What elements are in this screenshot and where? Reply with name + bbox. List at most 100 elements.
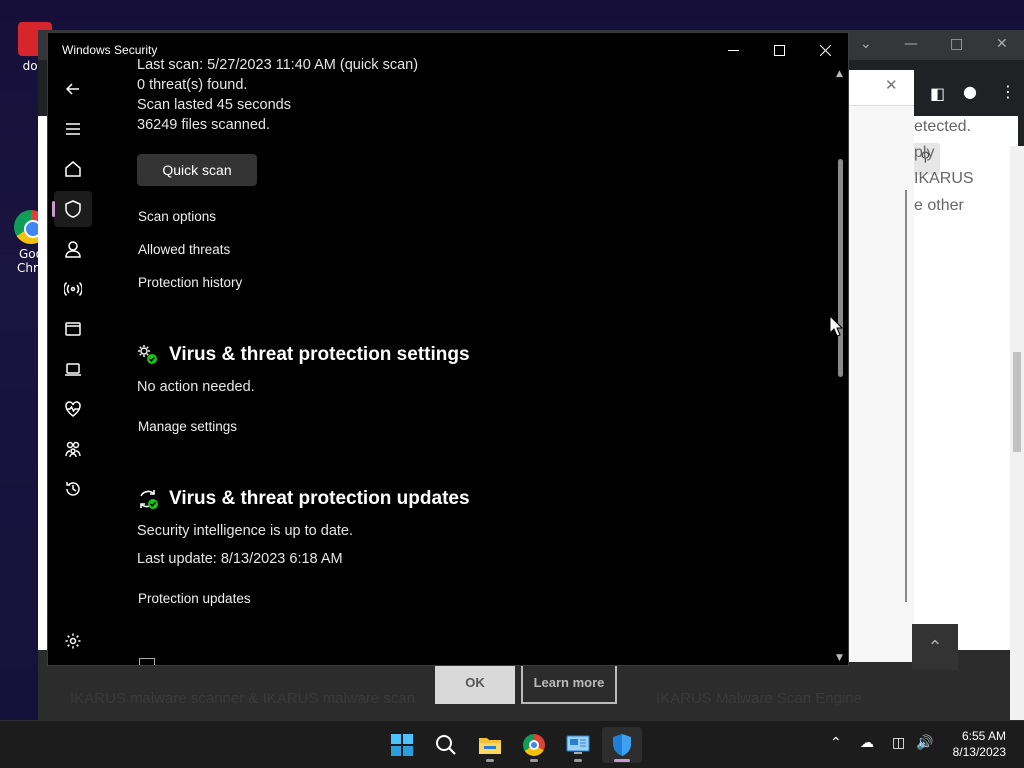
nav-home[interactable] <box>54 151 92 187</box>
allowed-threats-link[interactable]: Allowed threats <box>138 242 230 257</box>
footer-link[interactable]: IKARUS Malware Scan Engine <box>656 690 862 707</box>
maximize-icon <box>773 44 785 56</box>
tab-dropdown-icon[interactable]: ⌄ <box>860 36 872 52</box>
maximize-button[interactable]: □ <box>950 36 963 52</box>
browser-scrollbar[interactable] <box>1010 146 1024 750</box>
show-hidden-icons-chevron-icon[interactable]: ⌃ <box>830 735 842 751</box>
windows-security-window: Windows Security Last scan: 5/27/2023 11… <box>47 32 849 666</box>
app-window-icon <box>65 322 81 336</box>
update-refresh-icon <box>140 490 158 509</box>
heartbeat-icon <box>65 401 81 417</box>
nav-account-protection[interactable] <box>54 231 92 267</box>
close-icon[interactable]: ✕ <box>885 76 898 94</box>
settings-section-title: Virus & threat protection settings <box>169 344 470 365</box>
settings-gears-icon <box>138 345 157 364</box>
window-scrollbar[interactable]: ▲ ▼ <box>835 69 847 665</box>
time-text: 6:55 AM <box>961 729 1006 743</box>
control-panel-button[interactable] <box>558 727 598 763</box>
next-section-icon-partial <box>139 658 155 665</box>
menu-icon[interactable]: ⋮ <box>1000 82 1016 101</box>
updates-section-title: Virus & threat protection updates <box>169 488 470 509</box>
scrollbar-thumb[interactable] <box>1013 352 1021 452</box>
mouse-cursor <box>829 315 843 337</box>
family-icon <box>65 441 81 458</box>
scrollbar-thumb[interactable] <box>838 159 843 377</box>
file-explorer-button[interactable] <box>470 727 510 763</box>
nav-device-security[interactable] <box>54 351 92 387</box>
learn-more-button[interactable]: Learn more <box>521 660 617 704</box>
search-icon <box>436 735 456 755</box>
protection-updates-link[interactable]: Protection updates <box>138 591 251 606</box>
settings-status-text: No action needed. <box>137 379 255 395</box>
windows-security-button[interactable] <box>602 727 642 763</box>
network-icon <box>64 281 82 297</box>
clock[interactable]: 6:55 AM 8/13/2023 <box>953 728 1006 760</box>
scroll-to-top-button[interactable]: ⌃ <box>912 624 958 670</box>
search-button[interactable] <box>426 727 466 763</box>
gear-icon <box>65 633 81 649</box>
hamburger-icon <box>66 123 80 135</box>
last-update-text: Last update: 8/13/2023 6:18 AM <box>137 551 343 567</box>
network-icon[interactable]: ◫ <box>892 735 905 751</box>
footer-link[interactable]: IKARUS malware scanner & IKARUS malware … <box>70 690 415 707</box>
nav-device-performance[interactable] <box>54 391 92 427</box>
scroll-down-arrow[interactable]: ▼ <box>836 653 843 663</box>
window-title: Windows Security <box>62 43 158 57</box>
side-panel-icon[interactable]: ◧ <box>930 84 945 103</box>
history-icon <box>66 482 80 496</box>
minimize-button[interactable]: — <box>904 36 918 52</box>
laptop-icon <box>65 363 81 376</box>
ok-button[interactable]: OK <box>435 660 515 704</box>
manage-settings-link[interactable]: Manage settings <box>138 419 237 434</box>
quick-scan-button[interactable]: Quick scan <box>137 154 257 186</box>
threats-found-text: 0 threat(s) found. <box>137 77 248 93</box>
home-icon <box>65 161 81 177</box>
shield-icon <box>613 734 631 756</box>
active-indicator <box>614 759 630 762</box>
nav-settings[interactable] <box>54 623 92 659</box>
page-text: e other <box>914 197 964 214</box>
page-text: IKARUS <box>914 170 974 187</box>
last-scan-text: Last scan: 5/27/2023 11:40 AM (quick sca… <box>137 57 419 73</box>
running-indicator <box>486 759 494 762</box>
close-button[interactable]: ✕ <box>996 36 1008 52</box>
protection-history-link[interactable]: Protection history <box>138 275 242 290</box>
person-icon <box>65 241 81 258</box>
nav-family-options[interactable] <box>54 431 92 467</box>
folder-icon <box>479 738 501 754</box>
scroll-up-arrow[interactable]: ▲ <box>836 69 843 79</box>
volume-icon[interactable]: 🔊 <box>916 735 933 751</box>
nav-protection-history[interactable] <box>54 471 92 507</box>
nav-rail <box>48 69 100 665</box>
nav-firewall[interactable] <box>54 271 92 307</box>
scan-options-link[interactable]: Scan options <box>138 209 216 224</box>
page-text: ply <box>914 144 935 161</box>
close-icon <box>819 44 831 56</box>
files-scanned-text: 36249 files scanned. <box>137 117 271 133</box>
minimize-icon <box>727 49 739 51</box>
profile-icon[interactable]: ● <box>963 82 977 101</box>
running-indicator <box>530 759 538 762</box>
nav-app-browser-control[interactable] <box>54 311 92 347</box>
chrome-button[interactable] <box>514 727 554 763</box>
start-button[interactable] <box>382 727 422 763</box>
main-content: Last scan: 5/27/2023 11:40 AM (quick sca… <box>137 57 827 665</box>
back-button[interactable] <box>54 71 92 107</box>
page-text: etected. <box>914 118 971 135</box>
control-panel-icon <box>566 735 590 754</box>
chrome-icon <box>523 734 545 756</box>
taskbar: ⌃ ☁ ◫ 🔊 6:55 AM 8/13/2023 <box>0 720 1024 768</box>
back-arrow-icon <box>65 83 79 95</box>
windows-logo-icon <box>391 734 413 756</box>
running-indicator <box>574 759 582 762</box>
divider <box>905 190 907 602</box>
updates-status-text: Security intelligence is up to date. <box>137 523 354 539</box>
onedrive-icon[interactable]: ☁ <box>860 735 874 751</box>
popup-dialog: ✕ <box>848 70 914 662</box>
menu-button[interactable] <box>54 111 92 147</box>
popup-dialog-header: ✕ <box>849 70 914 106</box>
shield-icon <box>65 200 81 218</box>
date-text: 8/13/2023 <box>952 745 1006 759</box>
nav-virus-protection[interactable] <box>52 191 92 227</box>
scan-duration-text: Scan lasted 45 seconds <box>137 97 291 113</box>
